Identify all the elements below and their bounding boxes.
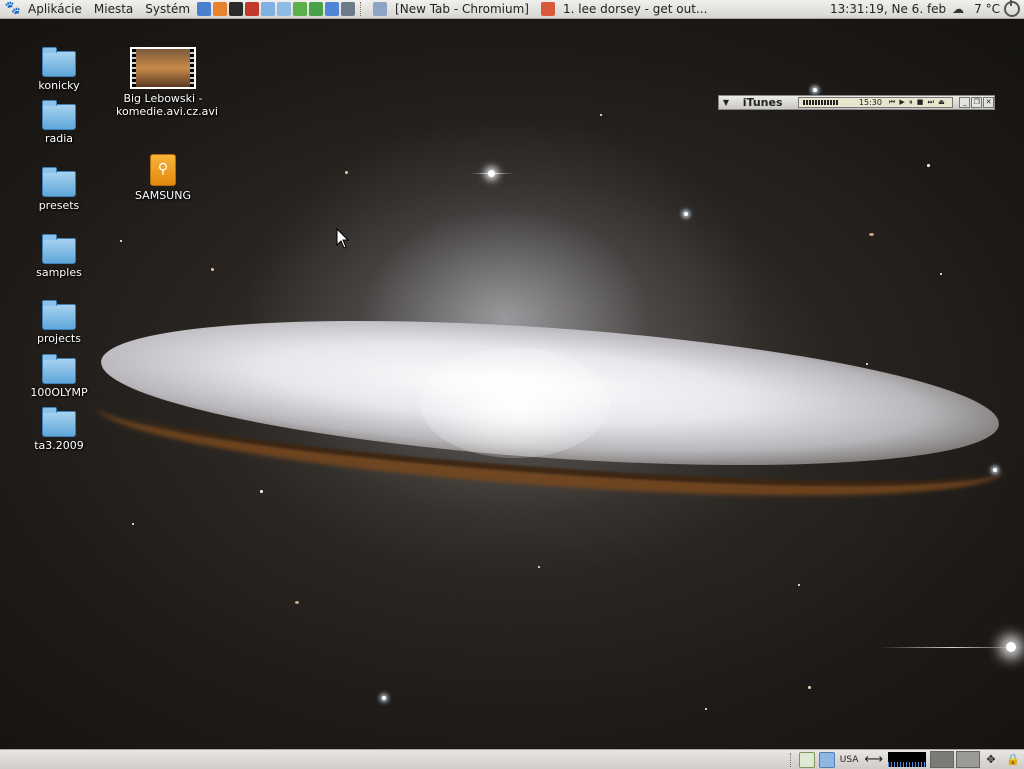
desktop-folder-radia[interactable]: radia [17, 100, 101, 145]
firefox-icon[interactable] [213, 2, 228, 16]
star [382, 696, 386, 700]
task-label: [New Tab - Chromium] [395, 2, 529, 16]
desktop-folder-samples[interactable]: samples [17, 234, 101, 279]
folder-icon [42, 47, 76, 77]
star [600, 114, 602, 116]
itunes-time: 15:30 [858, 98, 882, 107]
star [927, 164, 930, 167]
desktop-folder-100olymp[interactable]: 100OLYMP [17, 354, 101, 399]
network-manager-icon[interactable] [818, 751, 835, 768]
folder-icon [42, 100, 76, 130]
desktop-icon-label: SAMSUNG [135, 189, 191, 202]
star [211, 268, 214, 271]
panel-separator [789, 752, 793, 767]
restore-icon[interactable]: ❐ [971, 97, 983, 108]
bottom-panel: USA ⟷ ✥ 🔒 [0, 749, 1024, 769]
desktop-icon-label: 100OLYMP [30, 386, 88, 399]
task-list: [New Tab - Chromium] 1. lee dorsey - get … [367, 0, 713, 18]
desktop-icon-label: Big Lebowski - komedie.avi.cz.avi [116, 92, 218, 118]
menu-places[interactable]: Miesta [88, 2, 139, 16]
keyboard-layout-indicator[interactable]: USA [837, 755, 862, 765]
utility-icon[interactable] [293, 2, 308, 16]
workspace-1[interactable] [930, 751, 954, 768]
menu-system[interactable]: Systém [139, 2, 196, 16]
chromium-icon [373, 2, 388, 16]
desktop-wallpaper [0, 18, 1024, 749]
folder-icon [42, 300, 76, 330]
star [869, 233, 874, 236]
volume-bars-icon[interactable] [802, 100, 839, 105]
notes-icon[interactable] [341, 2, 356, 16]
itunes-title: iTunes [742, 96, 783, 109]
folder-icon [42, 407, 76, 437]
workspace-2[interactable] [956, 751, 980, 768]
usb-drive-icon: ⚲ [150, 154, 176, 186]
desktop-folder-presets[interactable]: presets [17, 167, 101, 212]
star [120, 240, 122, 242]
compass-icon[interactable]: ✥ [984, 753, 998, 767]
task-label: 1. lee dorsey - get out... [563, 2, 708, 16]
desktop-folder-ta3-2009[interactable]: ta3.2009 [17, 407, 101, 452]
star [705, 708, 707, 710]
notification-icon[interactable] [798, 751, 815, 768]
temperature[interactable]: 7 °C [974, 2, 1000, 16]
network-icon[interactable] [309, 2, 324, 16]
panel-separator [360, 2, 363, 16]
star [684, 212, 688, 216]
music-icon[interactable] [325, 2, 340, 16]
star [993, 468, 997, 472]
desktop-folder-konicky[interactable]: konicky [17, 47, 101, 92]
media-player-icon [541, 2, 555, 16]
launcher-bar [196, 2, 356, 16]
network-activity-icon[interactable]: ⟷ [861, 752, 886, 767]
menu-applications[interactable]: Aplikácie [22, 2, 88, 16]
task-button[interactable]: [New Tab - Chromium] [367, 0, 535, 18]
clock[interactable]: 13:31:19, Ne 6. feb [824, 2, 952, 16]
desktop-icon-label: radia [44, 132, 74, 145]
star [260, 490, 263, 493]
star [798, 584, 800, 586]
minimize-icon[interactable]: _ [959, 97, 971, 108]
desktop-icon-label: ta3.2009 [34, 439, 84, 452]
desktop-icon-label: presets [38, 199, 80, 212]
star [132, 523, 134, 525]
desktop-icon-label: projects [37, 332, 81, 345]
folder-icon[interactable] [277, 2, 292, 16]
chromium-icon[interactable] [197, 2, 212, 16]
terminal-icon[interactable] [229, 2, 244, 16]
itunes-mini-window[interactable]: ▼ iTunes 15:30 ⏮ ▶ ⏸ ■ ⏭ ⏏ _ ❐ ✕ [718, 95, 995, 110]
top-panel: 🐾 Aplikácie Miesta Systém [New Tab - Chr… [0, 0, 1024, 19]
folder-icon [42, 234, 76, 264]
desktop-icon-label: samples [36, 266, 82, 279]
power-icon[interactable] [1004, 0, 1020, 17]
desktop-icon-label: konicky [38, 79, 80, 92]
star [813, 88, 817, 92]
lock-icon[interactable]: 🔒 [1006, 753, 1020, 767]
itunes-display: 15:30 ⏮ ▶ ⏸ ■ ⏭ ⏏ [797, 97, 954, 108]
star [295, 601, 299, 604]
star-glint [880, 647, 1024, 648]
file-manager-icon[interactable] [261, 2, 276, 16]
star-glint [470, 173, 514, 174]
folder-icon [42, 354, 76, 384]
star [538, 566, 540, 568]
mouse-cursor-icon [336, 228, 350, 249]
task-button[interactable]: 1. lee dorsey - get out... [535, 0, 713, 18]
desktop-file-big-lebowski[interactable]: Big Lebowski - komedie.avi.cz.avi [116, 47, 218, 118]
star [808, 686, 811, 689]
pdf-reader-icon[interactable] [245, 2, 260, 16]
itunes-playback-controls[interactable]: ⏮ ▶ ⏸ ■ ⏭ ⏏ [889, 98, 946, 107]
system-monitor-graph[interactable] [888, 752, 926, 767]
desktop-folder-projects[interactable]: projects [17, 300, 101, 345]
desktop-drive-samsung[interactable]: ⚲ SAMSUNG [121, 154, 205, 202]
gnome-foot-icon[interactable]: 🐾 [4, 1, 22, 17]
star [866, 363, 868, 365]
weather-icon[interactable]: ☁ [952, 3, 970, 15]
video-thumbnail-icon [130, 47, 196, 89]
star [940, 273, 942, 275]
window-menu-arrow-icon[interactable]: ▼ [719, 98, 733, 107]
star [345, 171, 348, 174]
close-icon[interactable]: ✕ [983, 97, 994, 108]
folder-icon [42, 167, 76, 197]
